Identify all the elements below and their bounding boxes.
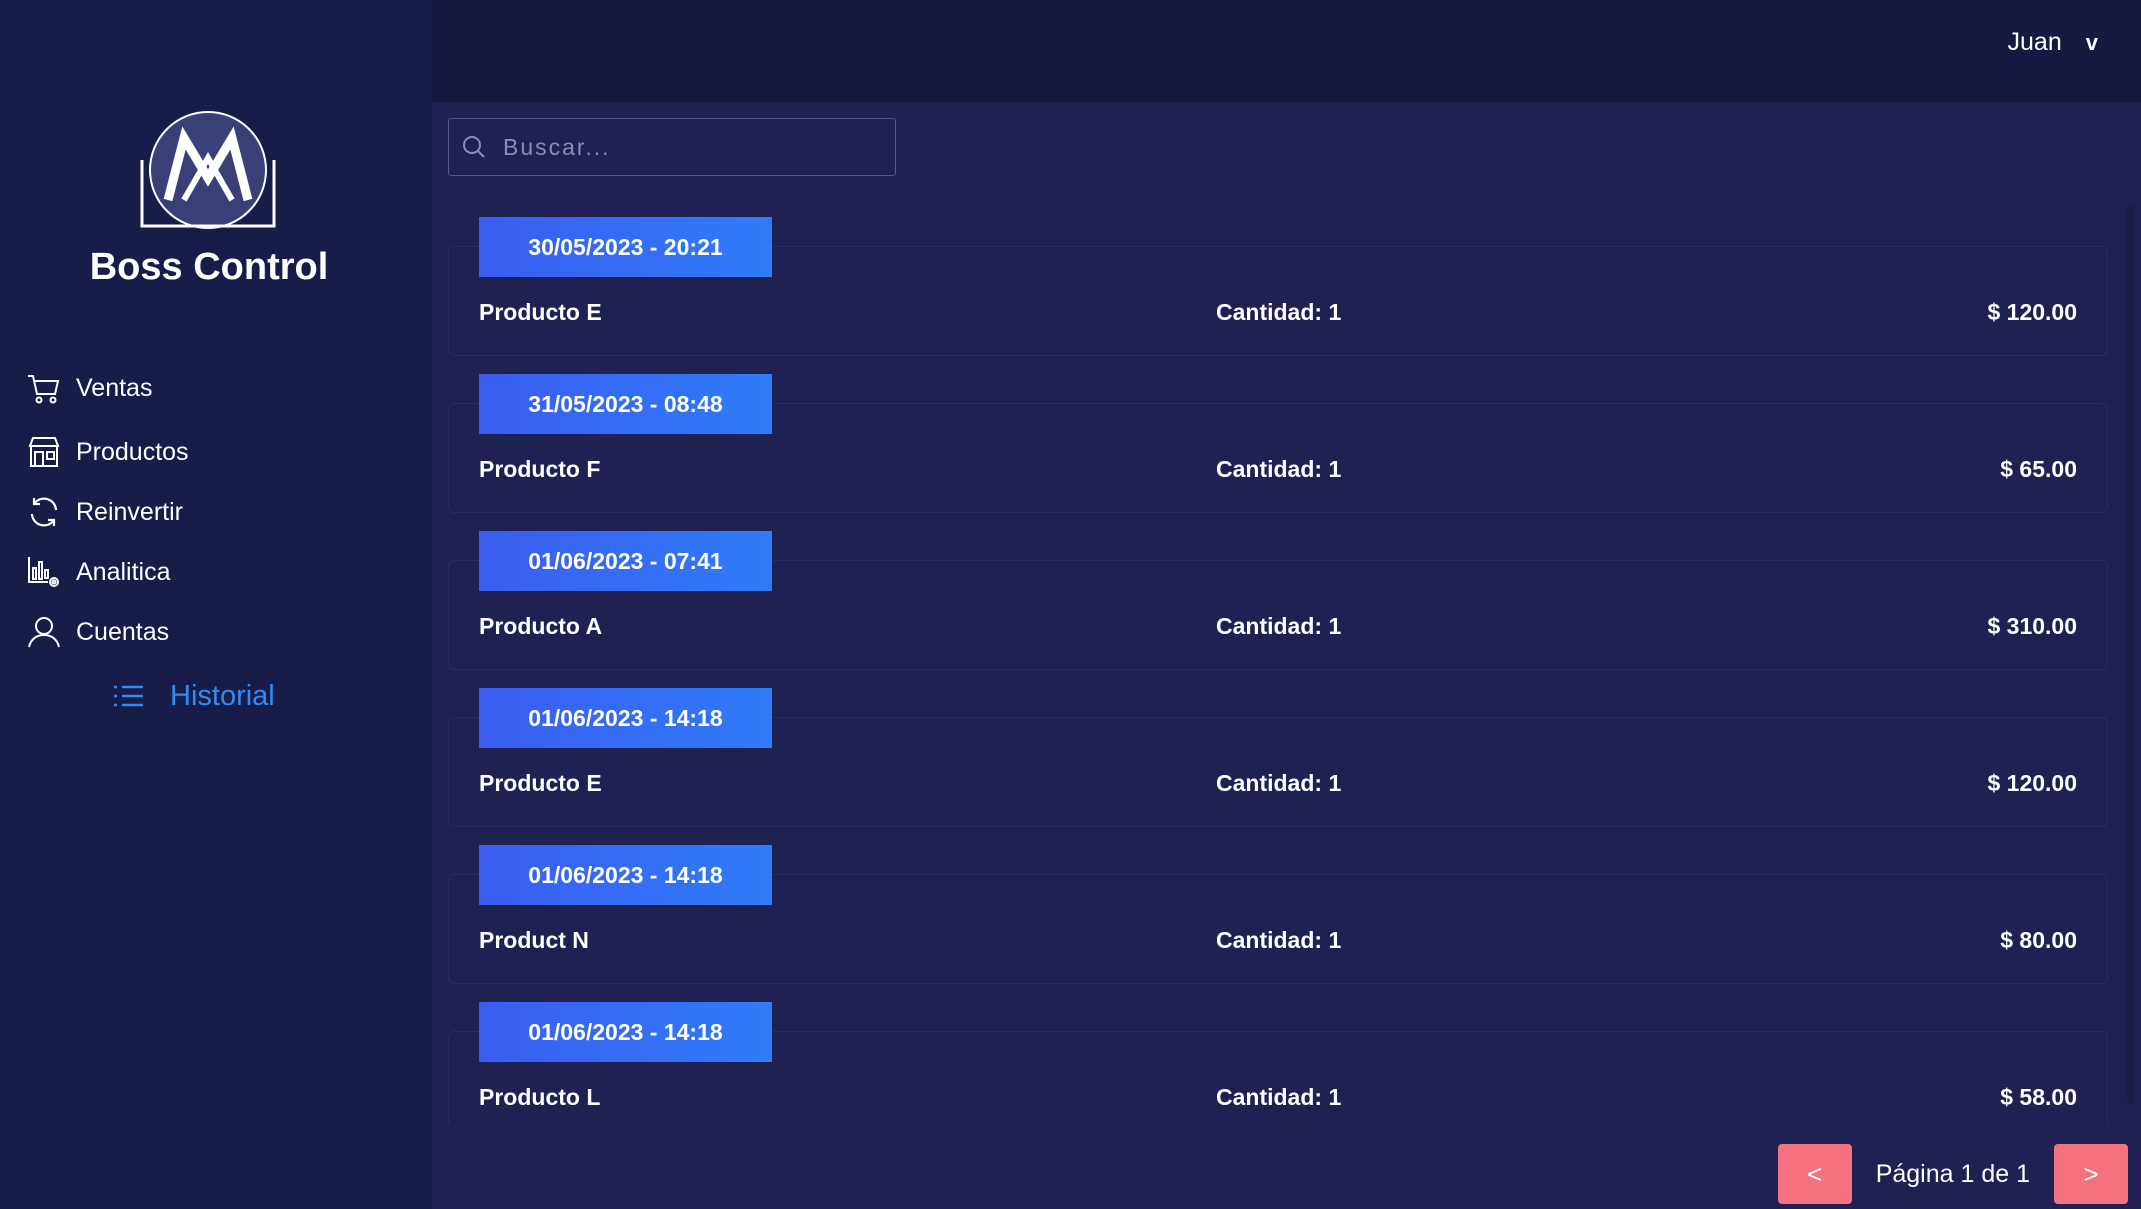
date-badge: 01/06/2023 - 14:18 [479,1002,772,1062]
next-page-button[interactable]: > [2054,1144,2128,1204]
product-quantity: Cantidad: 1 [1216,770,1342,796]
product-price: $ 310.00 [1987,613,2077,639]
product-price: $ 65.00 [2000,456,2077,482]
history-card: 01/06/2023 - 07:41 Producto A Cantidad: … [448,531,2108,670]
product-price: $ 120.00 [1987,770,2077,796]
history-card: 01/06/2023 - 14:18 Product N Cantidad: 1… [448,845,2108,984]
sidebar-item-label: Cuentas [76,617,170,646]
sidebar-item-historial[interactable]: Historial [110,678,275,714]
cart-icon [28,375,60,404]
history-card: 30/05/2023 - 20:21 Producto E Cantidad: … [448,217,2108,356]
user-menu[interactable]: Juan v [2008,28,2098,57]
product-name: Producto E [479,770,602,796]
sidebar-item-label: Historial [170,679,275,712]
product-price: $ 120.00 [1987,299,2077,325]
product-price: $ 80.00 [2000,927,2077,953]
sidebar-item-label: Ventas [76,373,153,402]
user-name: Juan [2007,28,2062,56]
sidebar-item-label: Reinvertir [76,497,183,526]
search-icon [463,136,485,158]
date-badge: 01/06/2023 - 07:41 [479,531,772,591]
product-quantity: Cantidad: 1 [1216,927,1342,953]
chevron-down-icon[interactable]: v [2086,30,2098,56]
store-icon [28,437,60,467]
brand-title: Boss Control [89,246,329,288]
list-icon [114,685,143,707]
logo-icon [140,111,276,229]
refresh-icon [30,497,58,527]
product-price: $ 58.00 [2000,1084,2077,1110]
main-content: 30/05/2023 - 20:21 Producto E Cantidad: … [432,102,2141,1209]
product-quantity: Cantidad: 1 [1216,613,1342,639]
sidebar: Boss Control Ventas Productos Reinvertir… [0,0,432,1209]
sidebar-item-analitica[interactable]: Analitica [26,554,171,590]
product-name: Product N [479,927,589,953]
analytics-icon [28,557,59,587]
date-badge: 01/06/2023 - 14:18 [479,845,772,905]
page-indicator: Página 1 de 1 [1875,1159,2030,1188]
date-badge: 30/05/2023 - 20:21 [479,217,772,277]
history-card: 01/06/2023 - 14:18 Producto E Cantidad: … [448,688,2108,827]
search-input[interactable] [501,132,885,162]
product-name: Producto A [479,613,603,639]
product-quantity: Cantidad: 1 [1216,456,1342,482]
product-name: Producto F [479,456,601,482]
product-quantity: Cantidad: 1 [1216,1084,1342,1110]
history-card: 01/06/2023 - 14:18 Producto L Cantidad: … [448,1002,2108,1125]
scrollbar[interactable] [2127,204,2135,1104]
product-quantity: Cantidad: 1 [1216,299,1342,325]
user-icon [28,617,60,648]
sidebar-item-label: Analitica [76,557,171,586]
prev-page-button[interactable]: < [1777,1144,1852,1204]
product-name: Producto E [479,299,602,325]
sidebar-item-productos[interactable]: Productos [26,434,189,470]
date-badge: 01/06/2023 - 14:18 [479,688,772,748]
search-box[interactable] [448,118,896,176]
sidebar-item-reinvertir[interactable]: Reinvertir [26,494,183,530]
sidebar-item-cuentas[interactable]: Cuentas [26,614,169,650]
date-badge: 31/05/2023 - 08:48 [479,374,772,434]
sidebar-item-ventas[interactable]: Ventas [26,370,152,406]
sidebar-item-label: Productos [76,437,189,466]
pagination: < Página 1 de 1 > [1777,1144,2128,1204]
history-card: 31/05/2023 - 08:48 Producto F Cantidad: … [448,374,2108,513]
product-name: Producto L [479,1084,601,1110]
